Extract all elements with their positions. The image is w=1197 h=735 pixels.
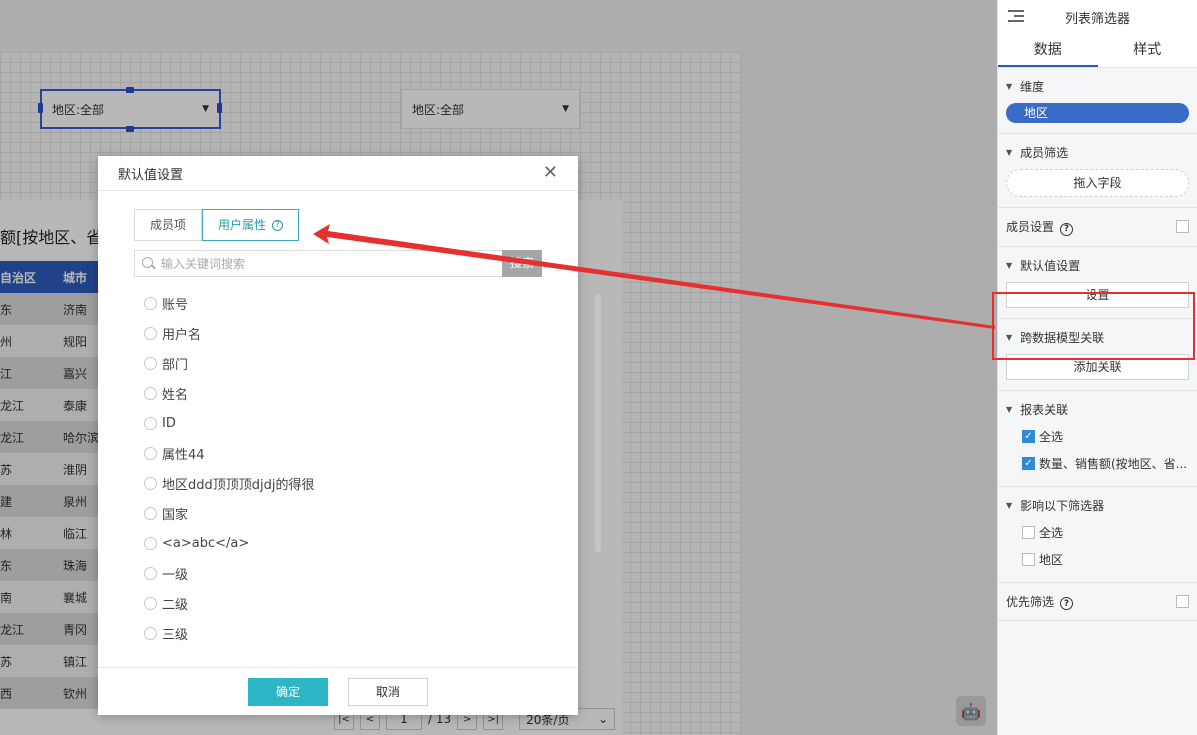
checkbox-label: 数量、销售额(按地区、省... <box>1039 456 1188 471</box>
search-icon <box>142 256 156 271</box>
collapse-triangle-icon[interactable]: ▼ <box>1006 405 1012 414</box>
radio-option[interactable]: 国家 <box>144 498 544 528</box>
help-icon[interactable]: ? <box>1060 597 1074 610</box>
ok-button[interactable]: 确定 <box>248 677 328 706</box>
member-settings-section: 成员设置? <box>998 208 1197 247</box>
radio-label: ID <box>162 415 176 431</box>
collapse-triangle-icon[interactable]: ▼ <box>1006 82 1012 91</box>
section-title: 成员筛选 <box>1020 146 1069 160</box>
radio-button[interactable] <box>144 536 157 550</box>
dialog-footer: 确定 取消 <box>98 667 578 715</box>
scrollbar-thumb[interactable] <box>595 294 601 552</box>
dialog-title: 默认值设置 <box>118 167 184 183</box>
radio-option[interactable]: 部门 <box>144 348 544 378</box>
radio-option[interactable]: 一级 <box>144 558 544 588</box>
radio-option[interactable]: 姓名 <box>144 378 544 408</box>
dialog-tabs: 成员项 用户属性 ? <box>134 209 300 241</box>
collapse-triangle-icon[interactable]: ▼ <box>1006 501 1012 510</box>
collapse-triangle-icon[interactable]: ▼ <box>1006 261 1012 270</box>
attribute-radio-list: 账号用户名部门姓名 ID 属性44 地区ddd顶顶顶djdj的得很 国家 <a>abc</… <box>144 288 544 648</box>
section-title: 默认值设置 <box>1020 258 1081 273</box>
radio-option[interactable]: 用户名 <box>144 318 544 348</box>
radio-button[interactable] <box>144 476 157 490</box>
annotation-highlight-box <box>992 292 1195 360</box>
member-settings-label: 成员设置 <box>1006 220 1055 234</box>
tab-label: 用户属性 <box>218 218 267 232</box>
panel-header: 列表筛选器 <box>998 0 1197 34</box>
checkbox[interactable] <box>1022 552 1035 566</box>
radio-label: 用户名 <box>162 327 202 343</box>
radio-option[interactable]: 二级 <box>144 588 544 618</box>
tab-data[interactable]: 数据 <box>998 34 1098 67</box>
radio-option[interactable]: 账号 <box>144 288 544 318</box>
radio-option[interactable]: ID <box>144 408 544 438</box>
section-title: 影响以下筛选器 <box>1020 498 1105 513</box>
section-title: 维度 <box>1020 80 1045 94</box>
radio-label: 二级 <box>162 597 189 613</box>
tab-user-attributes[interactable]: 用户属性 ? <box>202 209 300 241</box>
checkbox-label: 全选 <box>1039 429 1064 444</box>
radio-label: 地区ddd顶顶顶djdj的得很 <box>162 477 315 493</box>
close-icon[interactable]: ✕ <box>543 164 558 182</box>
properties-panel: 列表筛选器 数据 样式 ▼ 维度 地区 ▼ 成员筛选 拖入字段 成员设置? ▼ 默认值… <box>997 0 1197 735</box>
radio-label: 三级 <box>162 627 189 643</box>
collapse-panel-icon[interactable] <box>1008 10 1024 24</box>
checkbox[interactable] <box>1022 525 1035 539</box>
tab-member-items[interactable]: 成员项 <box>134 209 203 241</box>
radio-button[interactable] <box>144 566 157 580</box>
dimension-section: ▼ 维度 地区 <box>998 68 1197 134</box>
dialog-header: 默认值设置 ✕ <box>98 156 578 191</box>
checkbox-checked[interactable]: ✓ <box>1022 456 1035 470</box>
search-input[interactable] <box>156 256 502 271</box>
radio-button[interactable] <box>144 386 157 400</box>
radio-button[interactable] <box>144 506 157 520</box>
tab-style[interactable]: 样式 <box>1098 34 1197 67</box>
drop-field-zone[interactable]: 拖入字段 <box>1006 169 1189 197</box>
radio-button[interactable] <box>144 416 157 430</box>
priority-filter-section: 优先筛选? <box>998 583 1197 621</box>
cancel-button[interactable]: 取消 <box>348 677 428 706</box>
radio-option[interactable]: 地区ddd顶顶顶djdj的得很 <box>144 468 544 498</box>
radio-label: 账号 <box>162 297 189 313</box>
affect-filters-section: ▼ 影响以下筛选器 全选 地区 <box>998 487 1197 583</box>
panel-tabs: 数据 样式 <box>998 34 1197 68</box>
radio-button[interactable] <box>144 596 157 610</box>
radio-button[interactable] <box>144 446 157 460</box>
help-icon[interactable]: ? <box>1060 222 1074 236</box>
radio-button[interactable] <box>144 356 157 370</box>
radio-label: 部门 <box>162 357 189 373</box>
radio-button[interactable] <box>144 626 157 640</box>
report-link-section: ▼ 报表关联 ✓ 全选 ✓ 数量、销售额(按地区、省... <box>998 391 1197 487</box>
member-settings-checkbox[interactable] <box>1176 220 1189 234</box>
priority-filter-checkbox[interactable] <box>1176 594 1189 608</box>
radio-label: 一级 <box>162 567 189 583</box>
priority-filter-label: 优先筛选 <box>1006 594 1055 609</box>
radio-label: 姓名 <box>162 387 189 403</box>
radio-label: 国家 <box>162 507 189 523</box>
search-button[interactable]: 搜索 <box>502 250 542 277</box>
member-filter-section: ▼ 成员筛选 拖入字段 <box>998 134 1197 208</box>
default-value-dialog: 默认值设置 ✕ 成员项 用户属性 ? 搜索 账号用户名部门姓名 ID 属性44 地区d… <box>98 156 601 715</box>
search-bar: 搜索 <box>134 250 542 277</box>
panel-title: 列表筛选器 <box>1064 11 1130 27</box>
radio-label: <a>abc</a> <box>162 535 250 551</box>
collapse-triangle-icon[interactable]: ▼ <box>1006 148 1012 157</box>
radio-button[interactable] <box>144 326 157 340</box>
radio-option[interactable]: 属性44 <box>144 438 544 468</box>
checkbox-label: 地区 <box>1039 552 1064 567</box>
radio-option[interactable]: 三级 <box>144 618 544 648</box>
dimension-field-pill[interactable]: 地区 <box>1006 103 1189 123</box>
help-icon[interactable]: ? <box>272 219 284 231</box>
checkbox-label: 全选 <box>1039 525 1064 540</box>
checkbox-checked[interactable]: ✓ <box>1022 429 1035 443</box>
radio-button[interactable] <box>144 296 157 310</box>
section-title: 报表关联 <box>1020 402 1069 417</box>
radio-label: 属性44 <box>162 447 205 463</box>
radio-option[interactable]: <a>abc</a> <box>144 528 544 558</box>
